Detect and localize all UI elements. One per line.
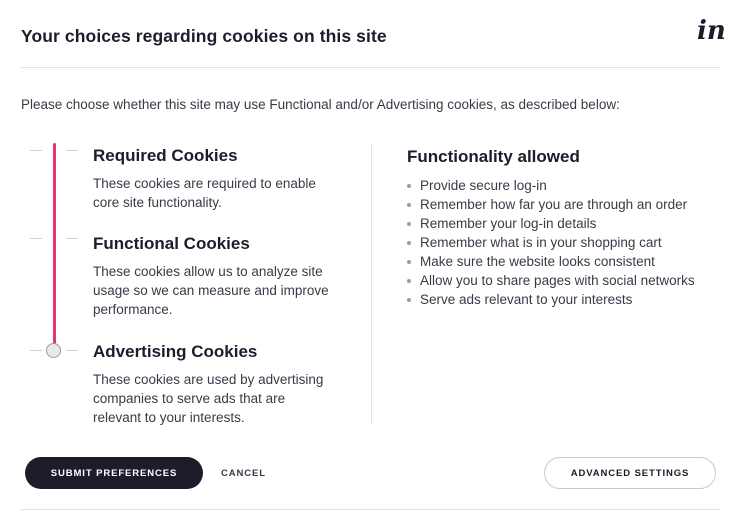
level-description: These cookies are used by advertising co…: [93, 372, 324, 425]
bullet-icon: [407, 203, 411, 207]
bullet-icon: [407, 298, 411, 302]
bullet-icon: [407, 260, 411, 264]
dialog-title: Your choices regarding cookies on this s…: [21, 26, 387, 46]
list-item: Remember what is in your shopping cart: [407, 233, 707, 252]
column-divider: [371, 143, 372, 425]
list-item: Make sure the website looks consistent: [407, 252, 707, 271]
level-title: Advertising Cookies: [93, 342, 258, 361]
level-functional[interactable]: Functional Cookies These cookies allow u…: [93, 234, 333, 319]
slider-rail[interactable]: [53, 143, 56, 353]
list-item: Provide secure log-in: [407, 176, 707, 195]
cookie-level-slider[interactable]: [24, 140, 94, 430]
submit-preferences-button[interactable]: SUBMIT PREFERENCES: [25, 457, 203, 489]
cancel-button[interactable]: CANCEL: [213, 457, 274, 489]
level-title: Functional Cookies: [93, 234, 250, 253]
bullet-icon: [407, 184, 411, 188]
level-required[interactable]: Required Cookies These cookies are requi…: [93, 146, 333, 212]
bullet-icon: [407, 222, 411, 226]
invision-logo-icon: in: [697, 16, 726, 46]
level-description: These cookies allow us to analyze site u…: [93, 264, 329, 317]
slider-tick: [66, 350, 78, 351]
slider-handle[interactable]: [46, 343, 61, 358]
slider-tick: [66, 150, 78, 151]
slider-tick: [30, 238, 42, 239]
slider-tick: [30, 150, 42, 151]
footer-divider: [21, 509, 720, 510]
allowed-list: Provide secure log-in Remember how far y…: [407, 176, 707, 309]
level-advertising[interactable]: Advertising Cookies These cookies are us…: [93, 342, 333, 427]
advanced-settings-button[interactable]: ADVANCED SETTINGS: [544, 457, 716, 489]
level-description: These cookies are required to enable cor…: [93, 176, 316, 210]
slider-tick: [30, 350, 42, 351]
bullet-icon: [407, 279, 411, 283]
list-item: Serve ads relevant to your interests: [407, 290, 707, 309]
list-item: Allow you to share pages with social net…: [407, 271, 707, 290]
header-divider: [21, 67, 720, 68]
level-title: Required Cookies: [93, 146, 238, 165]
functionality-allowed-panel: Functionality allowed Provide secure log…: [407, 147, 707, 309]
allowed-title: Functionality allowed: [407, 147, 580, 166]
list-item: Remember how far you are through an orde…: [407, 195, 707, 214]
bullet-icon: [407, 241, 411, 245]
slider-tick: [66, 238, 78, 239]
intro-text: Please choose whether this site may use …: [21, 97, 620, 112]
list-item: Remember your log-in details: [407, 214, 707, 233]
